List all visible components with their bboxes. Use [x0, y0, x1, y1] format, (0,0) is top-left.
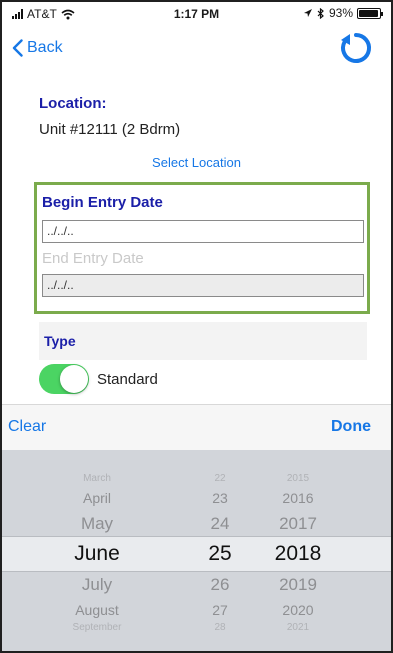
picker-day-option[interactable]: 24: [200, 514, 240, 534]
picker-year-selected[interactable]: 2018: [266, 542, 330, 566]
standard-toggle[interactable]: [39, 364, 89, 394]
standard-toggle-label: Standard: [97, 370, 158, 388]
picker-day-option[interactable]: 26: [200, 575, 240, 595]
status-bar: AT&T 1:17 PM 93%: [2, 2, 391, 24]
bluetooth-icon: [317, 7, 324, 19]
done-button[interactable]: Done: [331, 418, 371, 436]
battery-tip: [381, 11, 383, 16]
type-toggle-row: Standard: [39, 364, 158, 394]
type-label: Type: [44, 333, 76, 349]
picker-year-option[interactable]: 2020: [266, 602, 330, 618]
picker-year-option[interactable]: 2015: [266, 473, 330, 484]
location-arrow-icon: [303, 9, 312, 17]
picker-day-option[interactable]: 22: [200, 473, 240, 484]
chevron-left-icon: [12, 39, 23, 57]
phone-screen: AT&T 1:17 PM 93% Back Location: Unit #12…: [0, 0, 393, 653]
picker-month-option[interactable]: August: [52, 602, 142, 618]
picker-month-option[interactable]: July: [52, 575, 142, 595]
picker-year-option[interactable]: 2017: [266, 514, 330, 534]
status-right: 93%: [303, 6, 383, 20]
begin-date-label: Begin Entry Date: [42, 194, 163, 211]
picker-year-option[interactable]: 2019: [266, 575, 330, 595]
picker-month-option[interactable]: September: [52, 622, 142, 633]
back-label: Back: [27, 39, 63, 56]
picker-year-option[interactable]: 2021: [266, 622, 330, 633]
date-range-box: Begin Entry Date ../../.. End Entry Date…: [34, 182, 370, 314]
month-wheel[interactable]: March April May June July August Septemb…: [52, 450, 142, 651]
battery-percent: 93%: [328, 6, 353, 20]
date-picker[interactable]: March April May June July August Septemb…: [2, 450, 391, 651]
back-button[interactable]: Back: [12, 39, 63, 57]
battery-icon: [357, 7, 383, 19]
picker-month-selected[interactable]: June: [52, 542, 142, 566]
day-wheel[interactable]: 22 23 24 25 26 27 28: [200, 450, 240, 651]
nav-bar: Back: [2, 26, 391, 70]
picker-day-option[interactable]: 27: [200, 602, 240, 618]
picker-month-option[interactable]: April: [52, 490, 142, 506]
picker-day-selected[interactable]: 25: [200, 542, 240, 566]
clear-button[interactable]: Clear: [8, 418, 46, 436]
select-location-link[interactable]: Select Location: [2, 155, 391, 170]
end-date-label: End Entry Date: [42, 250, 144, 267]
location-value: Unit #12111 (2 Bdrm): [39, 121, 181, 138]
begin-date-field[interactable]: ../../..: [42, 220, 364, 243]
picker-year-option[interactable]: 2016: [266, 490, 330, 506]
end-date-field[interactable]: ../../..: [42, 274, 364, 297]
picker-toolbar: Clear Done: [2, 404, 391, 450]
toggle-knob: [60, 365, 88, 393]
picker-day-option[interactable]: 28: [200, 622, 240, 633]
type-section-header: Type: [39, 322, 367, 360]
year-wheel[interactable]: 2015 2016 2017 2018 2019 2020 2021: [266, 450, 330, 651]
picker-month-option[interactable]: May: [52, 514, 142, 534]
battery-fill: [359, 9, 378, 17]
picker-month-option[interactable]: March: [52, 473, 142, 484]
picker-day-option[interactable]: 23: [200, 490, 240, 506]
location-label: Location:: [39, 95, 107, 112]
refresh-icon[interactable]: [339, 31, 373, 65]
